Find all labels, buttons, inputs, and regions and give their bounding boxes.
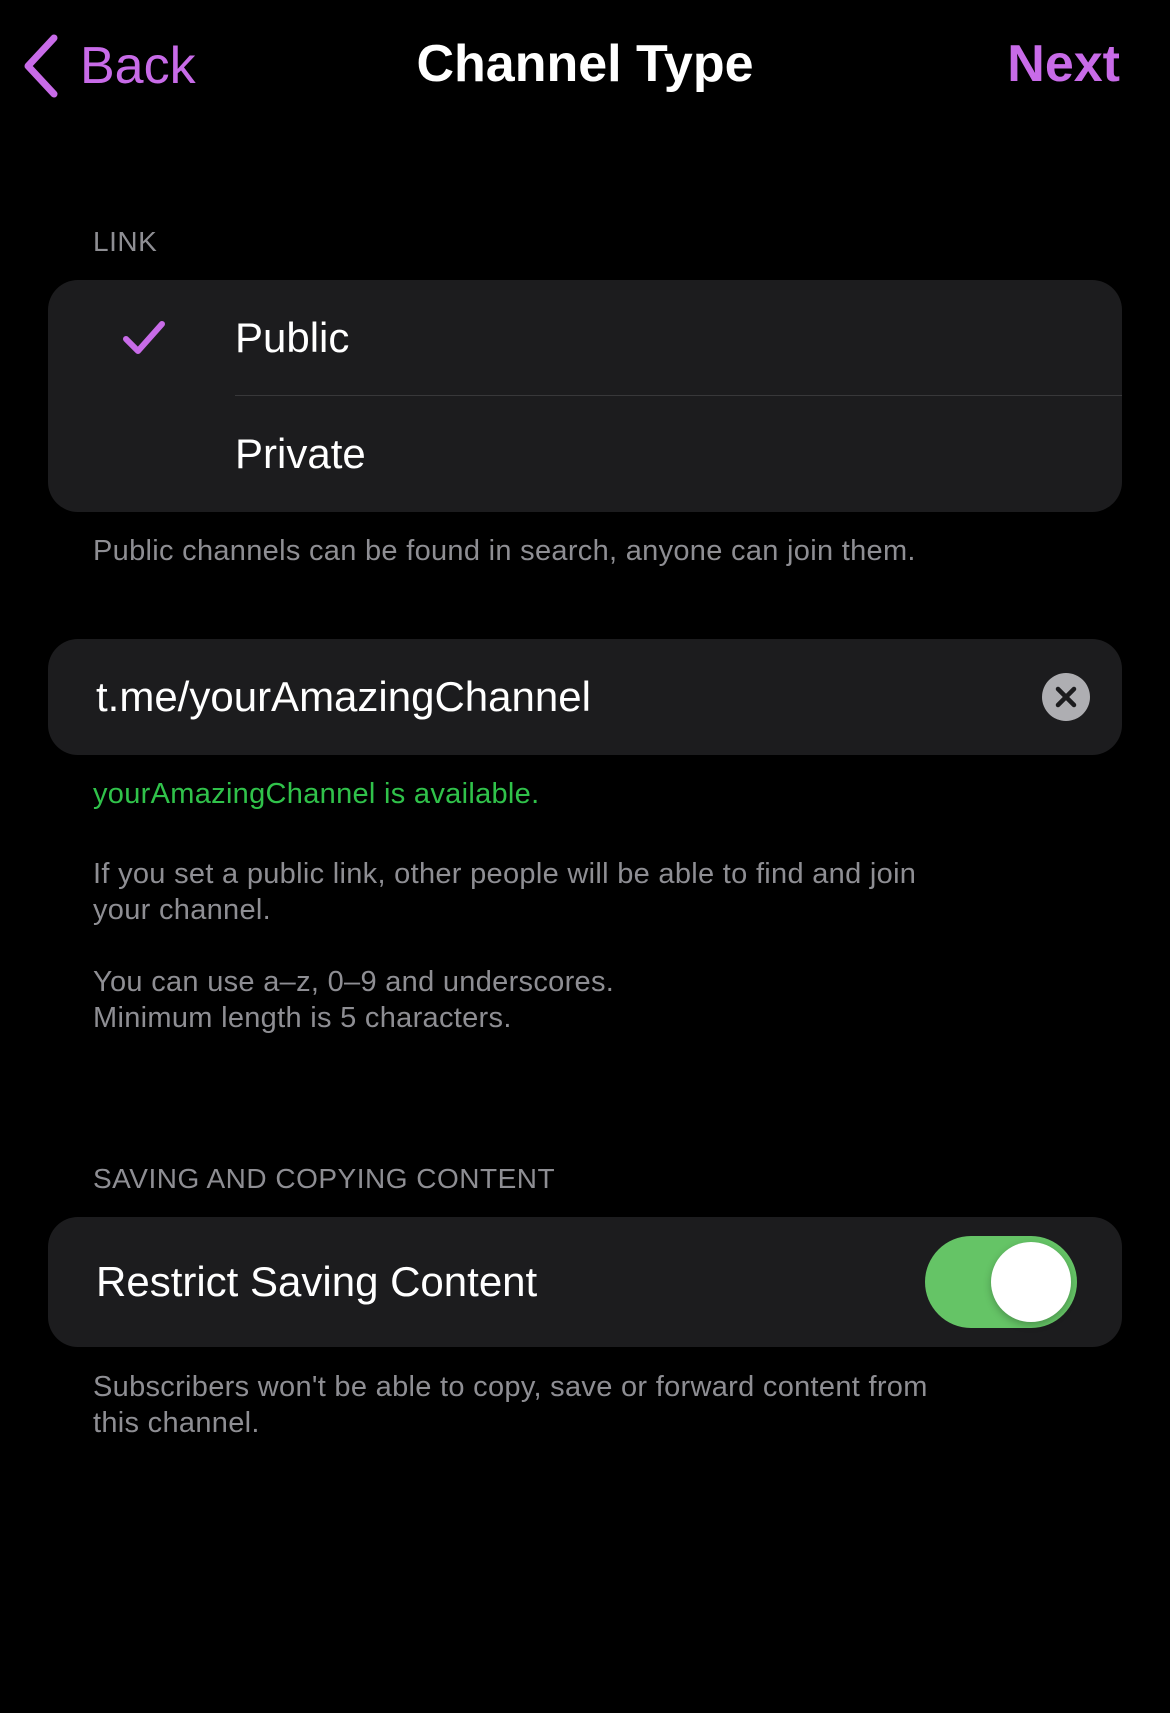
option-private-label: Private <box>235 430 366 477</box>
link-type-group: Public Private <box>48 280 1122 512</box>
checkmark-icon <box>123 321 165 354</box>
toggle-knob <box>991 1242 1071 1322</box>
clear-button[interactable] <box>1042 673 1090 721</box>
next-button[interactable]: Next <box>1007 34 1120 94</box>
username-rules: You can use a–z, 0–9 and underscores. Mi… <box>93 966 615 1034</box>
option-private[interactable]: Private <box>48 396 1122 512</box>
content-section-footer: Subscribers won't be able to copy, save … <box>93 1371 928 1439</box>
option-public[interactable]: Public <box>48 280 1122 396</box>
link-section-header: LINK <box>93 226 158 257</box>
link-section-footer: Public channels can be found in search, … <box>93 535 916 567</box>
restrict-saving-label: Restrict Saving Content <box>96 1258 538 1305</box>
restrict-saving-group: Restrict Saving Content <box>48 1217 1122 1347</box>
username-group: t.me/yourAmazingChannel <box>48 639 1122 755</box>
clear-x-circle-icon <box>1055 686 1077 708</box>
option-public-label: Public <box>235 314 350 361</box>
content-section-header: SAVING AND COPYING CONTENT <box>93 1163 556 1194</box>
availability-status: yourAmazingChannel is available. <box>93 778 540 810</box>
public-link-info: If you set a public link, other people w… <box>93 858 917 926</box>
username-input[interactable]: t.me/yourAmazingChannel <box>48 639 996 755</box>
page-title: Channel Type <box>416 35 754 93</box>
navigation-bar: Back Channel Type Next <box>0 0 1170 135</box>
restrict-saving-toggle[interactable] <box>925 1236 1077 1328</box>
